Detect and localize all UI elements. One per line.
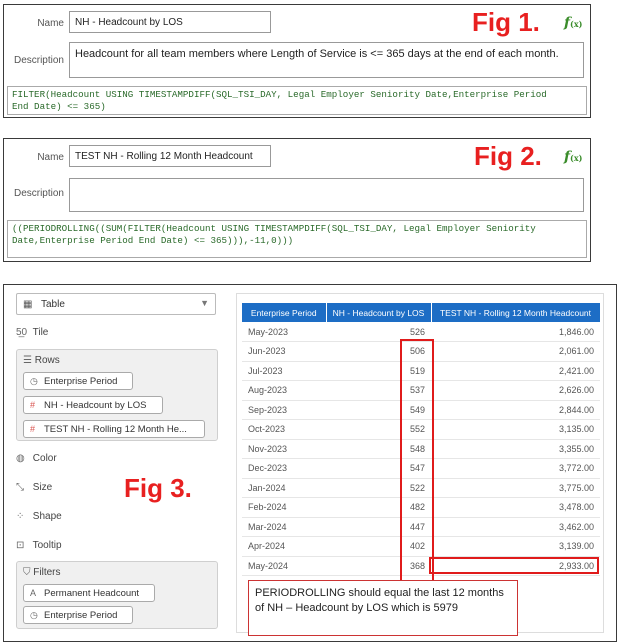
cell-period: Sep-2023 xyxy=(242,400,326,420)
tile-icon: 5̲0 xyxy=(16,327,28,338)
cell-rolling-headcount: 2,421.00 xyxy=(431,361,600,381)
cell-rolling-headcount: 3,775.00 xyxy=(431,478,600,498)
filter-icon: ⛉ xyxy=(23,567,34,578)
row-pill-enterprise-period[interactable]: ◷ Enterprise Period xyxy=(23,372,133,390)
cell-rolling-headcount: 3,462.00 xyxy=(431,517,600,537)
viz-type-label: Table xyxy=(41,299,65,310)
cell-rolling-headcount: 3,135.00 xyxy=(431,419,600,440)
table-header-row: Enterprise Period NH - Headcount by LOS … xyxy=(242,303,601,322)
description-label: Description xyxy=(13,55,64,66)
rows-label: Rows xyxy=(34,355,60,366)
name-label: Name xyxy=(37,18,64,29)
formula-line-1: ((PERIODROLLING((SUM(FILTER(Headcount US… xyxy=(12,223,536,234)
clock-icon: ◷ xyxy=(30,610,38,620)
description-field[interactable] xyxy=(69,178,584,212)
fig1-panel: Name NH - Headcount by LOS Fig 1. f(x) D… xyxy=(3,4,591,118)
pill-label: NH - Headcount by LOS xyxy=(44,400,147,411)
palette-icon: ◍ xyxy=(16,453,25,464)
cell-period: Dec-2023 xyxy=(242,458,326,479)
cell-rolling-headcount: 3,139.00 xyxy=(431,536,600,557)
pill-label: Permanent Headcount xyxy=(44,588,140,599)
cell-period: Feb-2024 xyxy=(242,497,326,518)
cell-period: May-2023 xyxy=(242,322,326,342)
annotation-callout: PERIODROLLING should equal the last 12 m… xyxy=(248,580,518,636)
pill-label: Enterprise Period xyxy=(44,376,118,387)
filters-title: ⛉ Filters xyxy=(23,567,61,578)
cell-period: Aug-2023 xyxy=(242,380,326,401)
attribute-icon: A xyxy=(30,588,37,598)
shelf-tooltip[interactable]: ⊡ Tooltip xyxy=(16,540,62,551)
formula-editor[interactable]: FILTER(Headcount USING TIMESTAMPDIFF(SQL… xyxy=(7,86,587,115)
table-icon: ▦ xyxy=(23,299,33,310)
fig3-label: Fig 3. xyxy=(124,473,192,503)
column-header-period[interactable]: Enterprise Period xyxy=(242,303,327,322)
cell-rolling-headcount: 2,844.00 xyxy=(431,400,600,420)
cell-period: Jul-2023 xyxy=(242,361,326,381)
filters-label: Filters xyxy=(33,567,61,578)
shelf-tooltip-label: Tooltip xyxy=(32,540,62,551)
formula-line-1: FILTER(Headcount USING TIMESTAMPDIFF(SQL… xyxy=(12,89,547,100)
fig2-panel: Name TEST NH - Rolling 12 Month Headcoun… xyxy=(3,138,591,262)
cell-period: Nov-2023 xyxy=(242,439,326,459)
rolling-value-highlight xyxy=(429,557,599,574)
cell-rolling-headcount: 2,061.00 xyxy=(431,341,600,362)
shelf-color-label: Color xyxy=(32,453,57,464)
shelf-tile-label: Tile xyxy=(32,327,49,338)
function-icon[interactable]: f(x) xyxy=(564,15,582,31)
cell-rolling-headcount: 1,846.00 xyxy=(431,322,600,342)
cell-period: Jan-2024 xyxy=(242,478,326,498)
rows-drop-zone[interactable]: ☰ Rows ◷ Enterprise Period # NH - Headco… xyxy=(16,349,218,441)
name-field[interactable]: NH - Headcount by LOS xyxy=(69,11,271,33)
shelf-size-label: Size xyxy=(32,482,53,493)
shape-icon: ⁘ xyxy=(16,511,25,522)
name-field[interactable]: TEST NH - Rolling 12 Month Headcount xyxy=(69,145,271,167)
column-header-headcount-los[interactable]: NH - Headcount by LOS xyxy=(326,303,432,322)
cell-rolling-headcount: 3,478.00 xyxy=(431,497,600,518)
shelf-size[interactable]: ⤡ Size xyxy=(16,482,52,493)
shelf-tile[interactable]: 5̲0 Tile xyxy=(16,327,48,338)
rows-title: ☰ Rows xyxy=(23,355,60,366)
formula-editor[interactable]: ((PERIODROLLING((SUM(FILTER(Headcount US… xyxy=(7,220,587,258)
function-icon[interactable]: f(x) xyxy=(564,149,582,165)
shelf-color[interactable]: ◍ Color xyxy=(16,453,57,464)
pill-label: TEST NH - Rolling 12 Month He... xyxy=(44,424,187,435)
cell-period: May-2024 xyxy=(242,556,326,576)
pill-label: Enterprise Period xyxy=(44,610,118,621)
tooltip-icon: ⊡ xyxy=(16,540,25,551)
fig3-panel: ▦ Table ▼ 5̲0 Tile ☰ Rows ◷ Enterprise P… xyxy=(3,284,617,642)
formula-line-2: End Date) <= 365) xyxy=(12,101,106,112)
chevron-down-icon: ▼ xyxy=(200,298,209,308)
cell-rolling-headcount: 3,772.00 xyxy=(431,458,600,479)
clock-icon: ◷ xyxy=(30,376,38,386)
viz-type-select[interactable]: ▦ Table ▼ xyxy=(16,293,216,315)
measure-icon: # xyxy=(30,400,36,410)
measure-icon: # xyxy=(30,424,36,434)
cell-rolling-headcount: 3,355.00 xyxy=(431,439,600,459)
row-pill-rolling-headcount[interactable]: # TEST NH - Rolling 12 Month He... xyxy=(23,420,205,438)
shelf-shape[interactable]: ⁘ Shape xyxy=(16,511,62,522)
column-header-rolling-headcount[interactable]: TEST NH - Rolling 12 Month Headcount xyxy=(431,303,601,322)
cell-period: Mar-2024 xyxy=(242,517,326,537)
description-field[interactable]: Headcount for all team members where Len… xyxy=(69,42,584,78)
rows-icon: ☰ xyxy=(23,355,35,366)
cell-period: Apr-2024 xyxy=(242,536,326,557)
cell-period: Jun-2023 xyxy=(242,341,326,362)
fig1-label: Fig 1. xyxy=(472,7,540,37)
row-pill-headcount-los[interactable]: # NH - Headcount by LOS xyxy=(23,396,163,414)
cell-period: Oct-2023 xyxy=(242,419,326,440)
filter-pill-enterprise-period[interactable]: ◷ Enterprise Period xyxy=(23,606,133,624)
name-label: Name xyxy=(37,152,64,163)
filters-drop-zone[interactable]: ⛉ Filters A Permanent Headcount ◷ Enterp… xyxy=(16,561,218,629)
shelf-shape-label: Shape xyxy=(32,511,62,522)
grammar-panel: ▦ Table ▼ 5̲0 Tile ☰ Rows ◷ Enterprise P… xyxy=(12,293,222,633)
fig2-label: Fig 2. xyxy=(474,141,542,171)
formula-line-2: Date,Enterprise Period End Date) <= 365)… xyxy=(12,235,294,246)
cell-rolling-headcount: 2,626.00 xyxy=(431,380,600,401)
description-label: Description xyxy=(13,188,64,199)
filter-pill-permanent-headcount[interactable]: A Permanent Headcount xyxy=(23,584,155,602)
resize-icon: ⤡ xyxy=(16,482,24,493)
